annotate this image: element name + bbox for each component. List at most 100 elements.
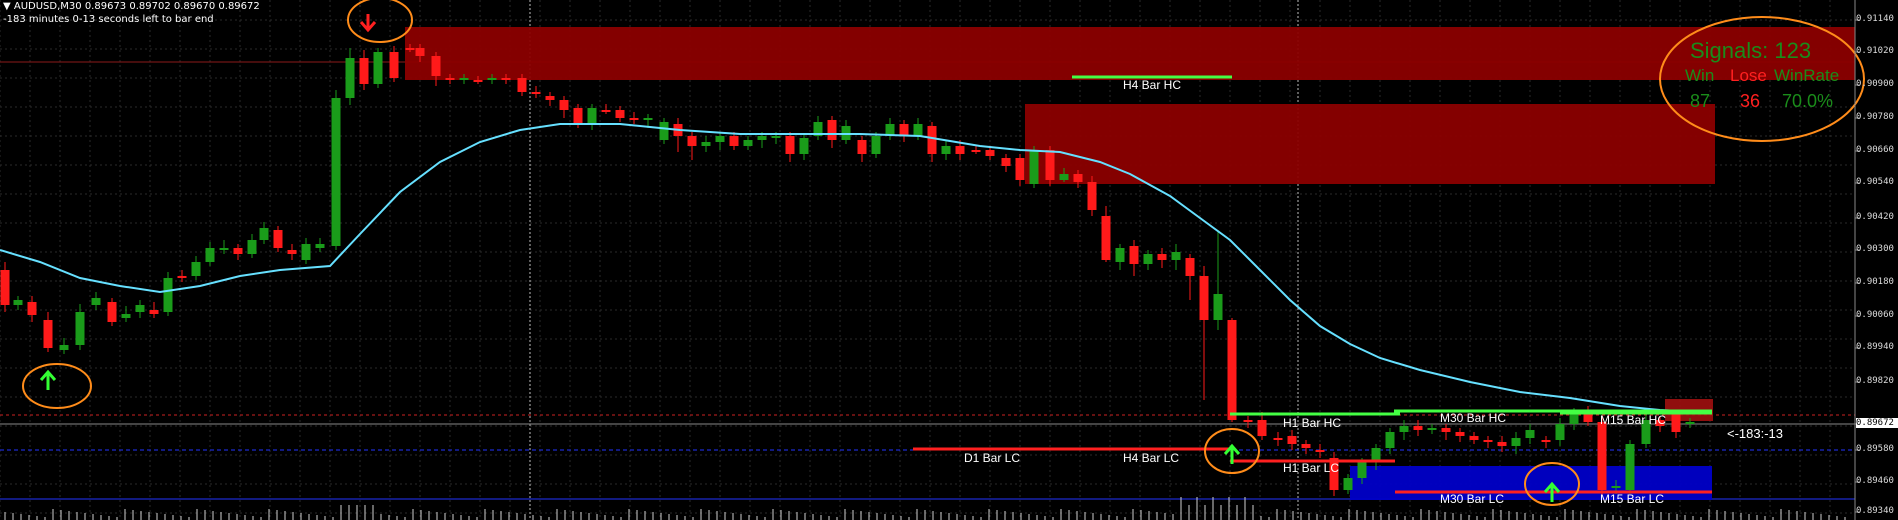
price-axis-label: 0.89460 <box>1856 476 1894 486</box>
candle-body <box>259 228 269 240</box>
candle-body <box>345 58 355 98</box>
candle-body <box>615 110 625 118</box>
candle-body <box>1399 426 1409 432</box>
candle-body <box>517 78 527 92</box>
candle-body <box>1213 294 1223 320</box>
countdown-tag: <-183:-13 <box>1727 426 1784 441</box>
candle-body <box>287 250 297 254</box>
winrate-value: 70.0% <box>1782 91 1834 111</box>
h1-bar-lc-label: H1 Bar LC <box>1283 461 1340 475</box>
candle-body <box>177 276 187 278</box>
candle-body <box>771 136 781 138</box>
candle-body <box>1671 414 1681 432</box>
candle-body <box>1597 422 1607 490</box>
candle-body <box>715 136 725 142</box>
price-axis-label: 0.89340 <box>1856 506 1894 516</box>
candle-body <box>301 244 311 260</box>
candle-body <box>163 278 173 312</box>
win-value: 87 <box>1690 91 1711 111</box>
price-axis-label: 0.89580 <box>1856 444 1894 454</box>
candle-body <box>1157 254 1167 260</box>
candle-body <box>473 80 483 82</box>
buy-signal-circle-1 <box>22 363 92 409</box>
candle-body <box>1185 258 1195 276</box>
candle-body <box>955 146 965 154</box>
m15-bar-hc-label: M15 Bar HC <box>1600 413 1667 427</box>
candle-body <box>531 92 541 94</box>
price-axis-label: 0.89820 <box>1856 376 1894 386</box>
candle-body <box>487 78 497 80</box>
candle-body <box>191 262 201 276</box>
candle-body <box>687 136 697 146</box>
candle-body <box>1611 486 1621 488</box>
candle-body <box>1029 150 1039 184</box>
sell-signal-circle <box>347 0 413 43</box>
candle-body <box>1541 440 1551 442</box>
price-axis-label: 0.91140 <box>1856 14 1894 24</box>
countdown-text: -183 minutes 0-13 seconds left to bar en… <box>3 14 214 25</box>
candle-body <box>587 108 597 124</box>
candle-body <box>373 52 383 84</box>
h4-bar-hc-label: H4 Bar HC <box>1123 78 1182 92</box>
candle-body <box>1129 246 1139 264</box>
candle-body <box>913 124 923 136</box>
candle-body <box>1357 462 1367 478</box>
candle-body <box>1455 432 1465 436</box>
candle-body <box>501 78 511 80</box>
candle-body <box>601 110 611 112</box>
dropdown-icon[interactable]: ▼ <box>3 1 14 12</box>
candle-body <box>573 108 583 124</box>
candle-body <box>415 48 425 56</box>
win-label: Win <box>1685 66 1715 85</box>
candle-body <box>1199 276 1209 320</box>
price-axis <box>1854 0 1860 520</box>
candle-body <box>857 140 867 154</box>
price-axis-label: 0.91020 <box>1856 46 1894 56</box>
d1-bar-lc-label: D1 Bar LC <box>964 451 1021 465</box>
price-axis-label: 0.90540 <box>1856 177 1894 187</box>
candle-body <box>743 140 753 146</box>
candle-body <box>643 118 653 120</box>
candle-body <box>233 248 243 254</box>
candle-body <box>927 126 937 154</box>
candle-body <box>1385 432 1395 448</box>
candle-body <box>75 312 85 345</box>
h1-bar-hc-label: H1 Bar HC <box>1283 416 1342 430</box>
candle-body <box>1685 422 1695 424</box>
candle-body <box>1273 438 1283 440</box>
candle-body <box>1015 158 1025 180</box>
candle-body <box>13 300 23 305</box>
price-axis-label: 0.90060 <box>1856 310 1894 320</box>
supply-zone-lower <box>1025 104 1715 184</box>
price-chart[interactable] <box>0 0 1898 520</box>
candle-body <box>701 142 711 146</box>
winrate-label: WinRate <box>1774 66 1840 85</box>
price-axis-label: 0.90660 <box>1856 145 1894 155</box>
candle-body <box>27 302 37 315</box>
candle-body <box>135 305 145 312</box>
candle-body <box>757 136 767 140</box>
m30-bar-lc-label: M30 Bar LC <box>1440 492 1505 506</box>
candle-body <box>315 244 325 248</box>
candle-body <box>1497 442 1507 446</box>
candle-body <box>1087 182 1097 210</box>
candle-body <box>1413 426 1423 430</box>
candle-body <box>331 98 341 246</box>
candle-body <box>729 136 739 146</box>
candle-body <box>247 240 257 254</box>
candle-body <box>1001 158 1011 166</box>
candle-body <box>1171 252 1181 260</box>
price-axis-label: 0.90780 <box>1856 112 1894 122</box>
candle-body <box>1555 424 1565 440</box>
candle-body <box>1143 254 1153 264</box>
candle-body <box>1441 428 1451 432</box>
price-axis-label: 0.89940 <box>1856 342 1894 352</box>
candle-body <box>799 138 809 154</box>
candle-body <box>389 52 399 78</box>
candle-body <box>1469 436 1479 440</box>
candle-body <box>971 150 981 152</box>
lose-label: Lose <box>1730 66 1767 85</box>
candle-body <box>985 150 995 156</box>
candle-body <box>941 146 951 154</box>
candle-body <box>359 58 369 84</box>
